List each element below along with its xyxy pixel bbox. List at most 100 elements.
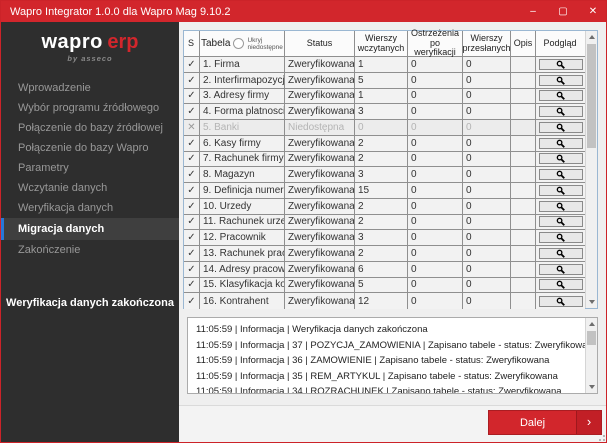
row-mark-icon: ✓ [187, 216, 195, 227]
preview-button[interactable] [539, 232, 583, 243]
sidebar-nav-item[interactable]: Wczytanie danych [1, 178, 179, 198]
preview-button[interactable] [539, 279, 583, 290]
row-table-name: 8. Magazyn [200, 167, 285, 182]
log-scroll-up-arrow-icon[interactable] [586, 318, 598, 330]
table-row[interactable]: ✓ 9. Definicja numeracji Zweryfikowana 1… [184, 183, 585, 199]
row-rows-sent: 0 [463, 246, 511, 261]
resize-grip[interactable] [599, 435, 605, 441]
preview-button[interactable] [539, 296, 583, 307]
table-scrollbar-thumb[interactable] [587, 44, 596, 148]
row-selected-cell[interactable]: ✕ [184, 120, 200, 135]
table-row[interactable]: ✓ 6. Kasy firmy Zweryfikowana 2 0 0 [184, 136, 585, 152]
preview-button[interactable] [539, 248, 583, 259]
preview-button[interactable] [539, 59, 583, 70]
scroll-down-arrow-icon[interactable] [586, 296, 598, 308]
preview-button[interactable] [539, 75, 583, 86]
next-chevron-icon: › [576, 411, 601, 434]
row-rows-loaded: 0 [355, 120, 408, 135]
row-mark-icon: ✓ [187, 75, 195, 86]
sidebar-nav-item[interactable]: Zakończenie [1, 240, 179, 260]
minimize-button[interactable]: – [526, 1, 540, 22]
sidebar-nav-item[interactable]: Wprowadzenie [1, 78, 179, 98]
row-selected-cell[interactable]: ✓ [184, 246, 200, 261]
table-row[interactable]: ✓ 3. Adresy firmy Zweryfikowana 1 0 0 [184, 89, 585, 105]
magnifier-icon [556, 154, 565, 163]
sidebar-nav-item[interactable]: Połączenie do bazy Wapro [1, 138, 179, 158]
row-rows-sent: 0 [463, 89, 511, 104]
preview-button[interactable] [539, 264, 583, 275]
preview-button[interactable] [539, 216, 583, 227]
row-selected-cell[interactable]: ✓ [184, 199, 200, 214]
log-line: 11:05:59 | Informacja | 35 | REM_ARTYKUL… [196, 369, 585, 385]
preview-button[interactable] [539, 185, 583, 196]
table-row[interactable]: ✓ 16. Kontrahent Zweryfikowana 12 0 0 [184, 293, 585, 309]
logo-byline: by asseco [1, 54, 179, 63]
row-status: Zweryfikowana [285, 73, 355, 88]
table-row[interactable]: ✓ 15. Klasyfikacja kontrahenta Zweryfiko… [184, 278, 585, 294]
row-selected-cell[interactable]: ✓ [184, 152, 200, 167]
magnifier-icon [556, 233, 565, 242]
preview-button[interactable] [539, 169, 583, 180]
table-row[interactable]: ✕ 5. Banki Niedostępna 0 0 0 [184, 120, 585, 136]
row-selected-cell[interactable]: ✓ [184, 262, 200, 277]
row-opis [511, 57, 536, 72]
log-scrollbar[interactable] [585, 318, 597, 393]
close-button[interactable]: ✕ [586, 1, 600, 22]
row-selected-cell[interactable]: ✓ [184, 73, 200, 88]
table-scrollbar[interactable] [585, 31, 597, 308]
row-selected-cell[interactable]: ✓ [184, 57, 200, 72]
row-mark-icon: ✓ [187, 232, 195, 243]
scroll-up-arrow-icon[interactable] [586, 31, 598, 43]
table-row[interactable]: ✓ 8. Magazyn Zweryfikowana 3 0 0 [184, 167, 585, 183]
preview-button[interactable] [539, 122, 583, 133]
logo-product: erp [107, 31, 138, 53]
row-warnings: 0 [408, 89, 463, 104]
table-row[interactable]: ✓ 4. Forma platnosci Zweryfikowana 3 0 0 [184, 104, 585, 120]
row-preview-cell [536, 246, 585, 261]
sidebar-nav-item[interactable]: Połączenie do bazy źródłowej [1, 118, 179, 138]
row-selected-cell[interactable]: ✓ [184, 293, 200, 309]
sidebar-nav-item[interactable]: Wybór programu źródłowego [1, 98, 179, 118]
sidebar-nav-item[interactable]: Weryfikacja danych [1, 198, 179, 218]
log-scroll-down-arrow-icon[interactable] [586, 381, 598, 393]
magnifier-icon [556, 123, 565, 132]
row-mark-icon: ✓ [187, 279, 195, 290]
table-row[interactable]: ✓ 2. Interfirmapozycja Zweryfikowana 5 0… [184, 73, 585, 89]
preview-button[interactable] [539, 90, 583, 101]
row-status: Zweryfikowana [285, 183, 355, 198]
row-selected-cell[interactable]: ✓ [184, 230, 200, 245]
table-row[interactable]: ✓ 12. Pracownik Zweryfikowana 3 0 0 [184, 230, 585, 246]
table-row[interactable]: ✓ 11. Rachunek urzedu Zweryfikowana 2 0 … [184, 215, 585, 231]
hide-unavailable-toggle[interactable] [233, 38, 244, 49]
preview-button[interactable] [539, 153, 583, 164]
table-row[interactable]: ✓ 10. Urzedy Zweryfikowana 2 0 0 [184, 199, 585, 215]
row-warnings: 0 [408, 262, 463, 277]
table-row[interactable]: ✓ 7. Rachunek firmy Zweryfikowana 2 0 0 [184, 152, 585, 168]
log-scrollbar-thumb[interactable] [587, 331, 596, 345]
sidebar-nav-item[interactable]: Parametry [1, 158, 179, 178]
sidebar-nav-item[interactable]: Migracja danych [1, 218, 179, 240]
row-selected-cell[interactable]: ✓ [184, 89, 200, 104]
row-selected-cell[interactable]: ✓ [184, 183, 200, 198]
row-selected-cell[interactable]: ✓ [184, 167, 200, 182]
row-selected-cell[interactable]: ✓ [184, 104, 200, 119]
preview-button[interactable] [539, 201, 583, 212]
row-selected-cell[interactable]: ✓ [184, 136, 200, 151]
row-opis [511, 167, 536, 182]
log-line: 11:05:59 | Informacja | 36 | ZAMOWIENIE … [196, 353, 585, 369]
table-row[interactable]: ✓ 1. Firma Zweryfikowana 1 0 0 [184, 57, 585, 73]
row-selected-cell[interactable]: ✓ [184, 215, 200, 230]
row-selected-cell[interactable]: ✓ [184, 278, 200, 293]
table-row[interactable]: ✓ 14. Adresy pracownika Zweryfikowana 6 … [184, 262, 585, 278]
row-preview-cell [536, 199, 585, 214]
table-row[interactable]: ✓ 13. Rachunek pracownika Zweryfikowana … [184, 246, 585, 262]
next-button[interactable]: Dalej › [488, 410, 602, 435]
row-rows-sent: 0 [463, 183, 511, 198]
row-rows-loaded: 2 [355, 136, 408, 151]
preview-button[interactable] [539, 106, 583, 117]
row-preview-cell [536, 230, 585, 245]
maximize-button[interactable]: ▢ [556, 1, 570, 22]
preview-button[interactable] [539, 138, 583, 149]
row-rows-loaded: 3 [355, 104, 408, 119]
row-opis [511, 183, 536, 198]
